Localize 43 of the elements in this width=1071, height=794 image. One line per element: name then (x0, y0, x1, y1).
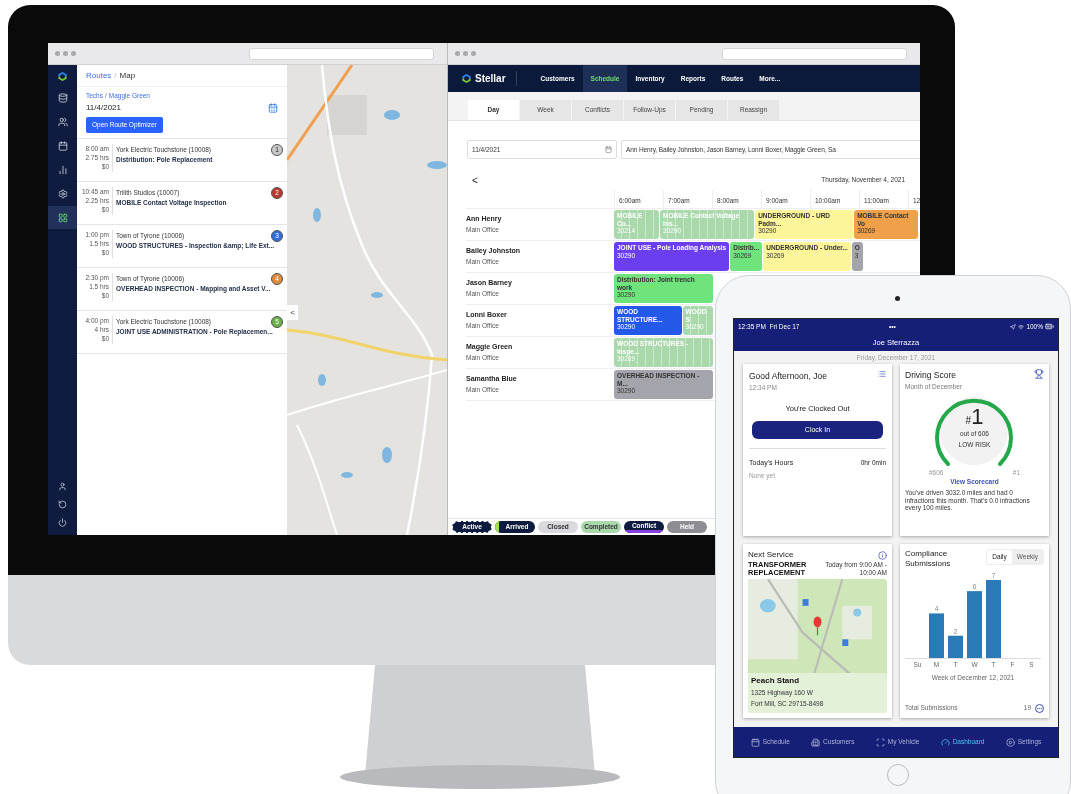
calendar-icon (750, 737, 760, 747)
previous-day-button[interactable]: < (472, 172, 478, 188)
scan-icon (875, 737, 885, 747)
rank-number: 1 (971, 405, 984, 428)
calendar-icon (57, 140, 68, 151)
users-icon (57, 116, 68, 127)
database-icon (57, 92, 68, 103)
breadcrumb-current: Map (119, 69, 136, 82)
grid-icon (57, 212, 68, 223)
list-icon[interactable] (878, 370, 886, 378)
place-name: Peach Stand (751, 675, 800, 687)
bar (929, 613, 944, 658)
sidebar-item[interactable] (48, 206, 77, 229)
gauge-icon (940, 737, 950, 747)
card-title: Next Service (748, 549, 794, 561)
breadcrumb-link[interactable]: Routes (86, 69, 112, 82)
greeting: Good Afternoon, Joe (749, 370, 827, 383)
bar-chart-icon (57, 164, 68, 175)
location-icon (1010, 323, 1017, 330)
power-icon[interactable] (58, 518, 67, 527)
play-icon (1005, 737, 1015, 747)
battery-icon (1045, 322, 1054, 331)
route-date: 11/4/2021 (86, 101, 122, 114)
user-icon[interactable] (58, 482, 67, 491)
info-icon[interactable] (878, 550, 887, 560)
settings-icon (57, 188, 68, 199)
card-title: Driving Score (905, 369, 958, 382)
bar (967, 591, 982, 658)
collapse-button[interactable]: < (287, 305, 298, 320)
undo-icon[interactable] (58, 500, 67, 509)
calendar-icon[interactable] (268, 103, 278, 113)
trophy-icon[interactable] (1034, 369, 1044, 379)
breadcrumb-separator: / (114, 69, 117, 82)
logo-icon (461, 73, 472, 84)
building-icon (811, 737, 821, 747)
camera-icon (895, 296, 900, 301)
rank-hash: # (965, 414, 972, 428)
bar (948, 635, 963, 658)
calendar-icon (605, 146, 612, 153)
card-title: Compliance Submissions (905, 549, 952, 569)
wifi-icon (1018, 323, 1025, 330)
brand-name: Stellar (475, 71, 517, 86)
logo-icon (57, 71, 68, 82)
